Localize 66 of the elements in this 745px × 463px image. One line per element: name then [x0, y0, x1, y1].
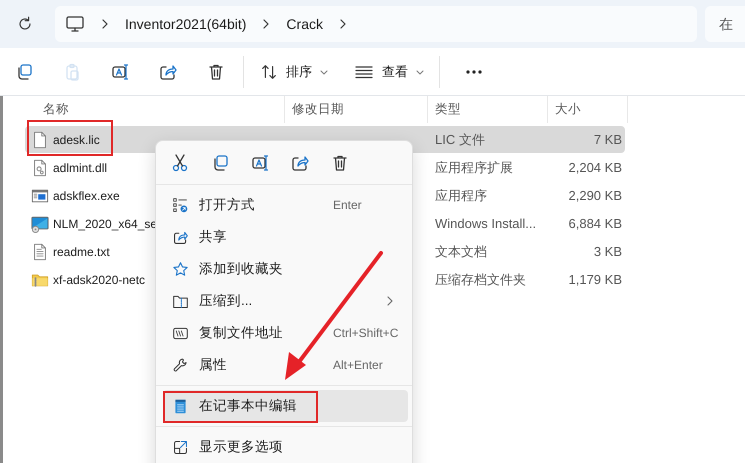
installer-icon: [31, 214, 49, 232]
application-window-icon: [31, 186, 49, 204]
file-name[interactable]: NLM_2020_x64_se: [53, 216, 158, 230]
menu-item[interactable]: 在记事本中编辑: [163, 390, 408, 422]
rename-button[interactable]: [250, 153, 270, 173]
address-bar[interactable]: Inventor2021(64bit) Crack: [55, 6, 697, 42]
menu-item[interactable]: 复制文件地址 Ctrl+Shift+C: [163, 317, 408, 349]
file-type: 文本文档: [434, 242, 488, 260]
menu-item[interactable]: 属性 Alt+Enter: [163, 349, 408, 381]
menu-item[interactable]: 添加到收藏夹: [163, 253, 408, 285]
rename-icon: [110, 62, 130, 82]
open-with-icon: [172, 196, 189, 214]
file-size: 2,204 KB: [568, 160, 623, 175]
shortcut-text: Alt+Enter: [333, 358, 383, 372]
search-field[interactable]: 在: [705, 6, 745, 42]
file-name[interactable]: xf-adsk2020-netc: [53, 272, 146, 286]
shortcut-text: Enter: [333, 198, 362, 212]
menu-label: 压缩到...: [199, 292, 254, 310]
file-size: 2,290 KB: [568, 188, 623, 203]
text-document-icon: [31, 242, 49, 260]
column-header[interactable]: 大小: [548, 96, 628, 123]
file-type: Windows Install...: [434, 216, 538, 231]
star-icon: [172, 260, 189, 278]
more-icon: [466, 70, 482, 74]
breadcrumb[interactable]: Crack: [286, 16, 323, 32]
file-size: 1,179 KB: [568, 272, 623, 287]
caret-icon: [416, 68, 424, 76]
menu-label: 属性: [199, 356, 228, 374]
document-icon: [31, 130, 49, 148]
file-name[interactable]: readme.txt: [53, 244, 110, 258]
cut-icon: [170, 153, 190, 173]
column-header[interactable]: 修改日期: [285, 96, 428, 123]
wrench-icon: [172, 356, 189, 374]
file-type: 压缩存档文件夹: [434, 270, 527, 288]
menu-label: 添加到收藏夹: [199, 260, 284, 278]
file-type: LIC 文件: [434, 130, 486, 148]
sort-icon: [260, 62, 278, 80]
menu-label: 显示更多选项: [199, 438, 284, 456]
caret-icon: [320, 68, 328, 76]
file-size: 6,884 KB: [568, 216, 623, 231]
menu-item[interactable]: 压缩到...: [163, 285, 408, 317]
sort-button[interactable]: 排序: [254, 56, 334, 88]
menu-label: 共享: [199, 228, 228, 246]
menu-label: 复制文件地址: [199, 324, 284, 342]
column-header[interactable]: 类型: [428, 96, 548, 123]
file-name[interactable]: adesk.lic: [53, 132, 100, 146]
file-type: 应用程序: [434, 186, 488, 204]
view-button[interactable]: 查看: [348, 56, 430, 88]
file-name[interactable]: adlmint.dll: [53, 160, 108, 174]
menu-item[interactable]: 显示更多选项: [163, 431, 408, 463]
file-size: 3 KB: [592, 244, 623, 259]
shortcut-text: Ctrl+Shift+C: [333, 326, 398, 340]
rename-icon: [250, 153, 270, 173]
gear-document-icon: [31, 158, 49, 176]
breadcrumb[interactable]: Inventor2021(64bit): [125, 16, 246, 32]
file-name[interactable]: adskflex.exe: [53, 188, 120, 202]
column-header[interactable]: 名称: [25, 96, 285, 123]
file-size: 7 KB: [592, 132, 623, 147]
cut-button[interactable]: [170, 153, 190, 173]
file-type: 应用程序扩展: [434, 158, 514, 176]
menu-item[interactable]: 共享: [163, 221, 408, 253]
open-external-icon: [172, 438, 189, 456]
menu-label: 打开方式: [199, 196, 256, 214]
menu-label: 在记事本中编辑: [199, 397, 298, 415]
computer-icon: [65, 14, 85, 34]
menu-item[interactable]: 打开方式 Enter: [163, 189, 408, 221]
